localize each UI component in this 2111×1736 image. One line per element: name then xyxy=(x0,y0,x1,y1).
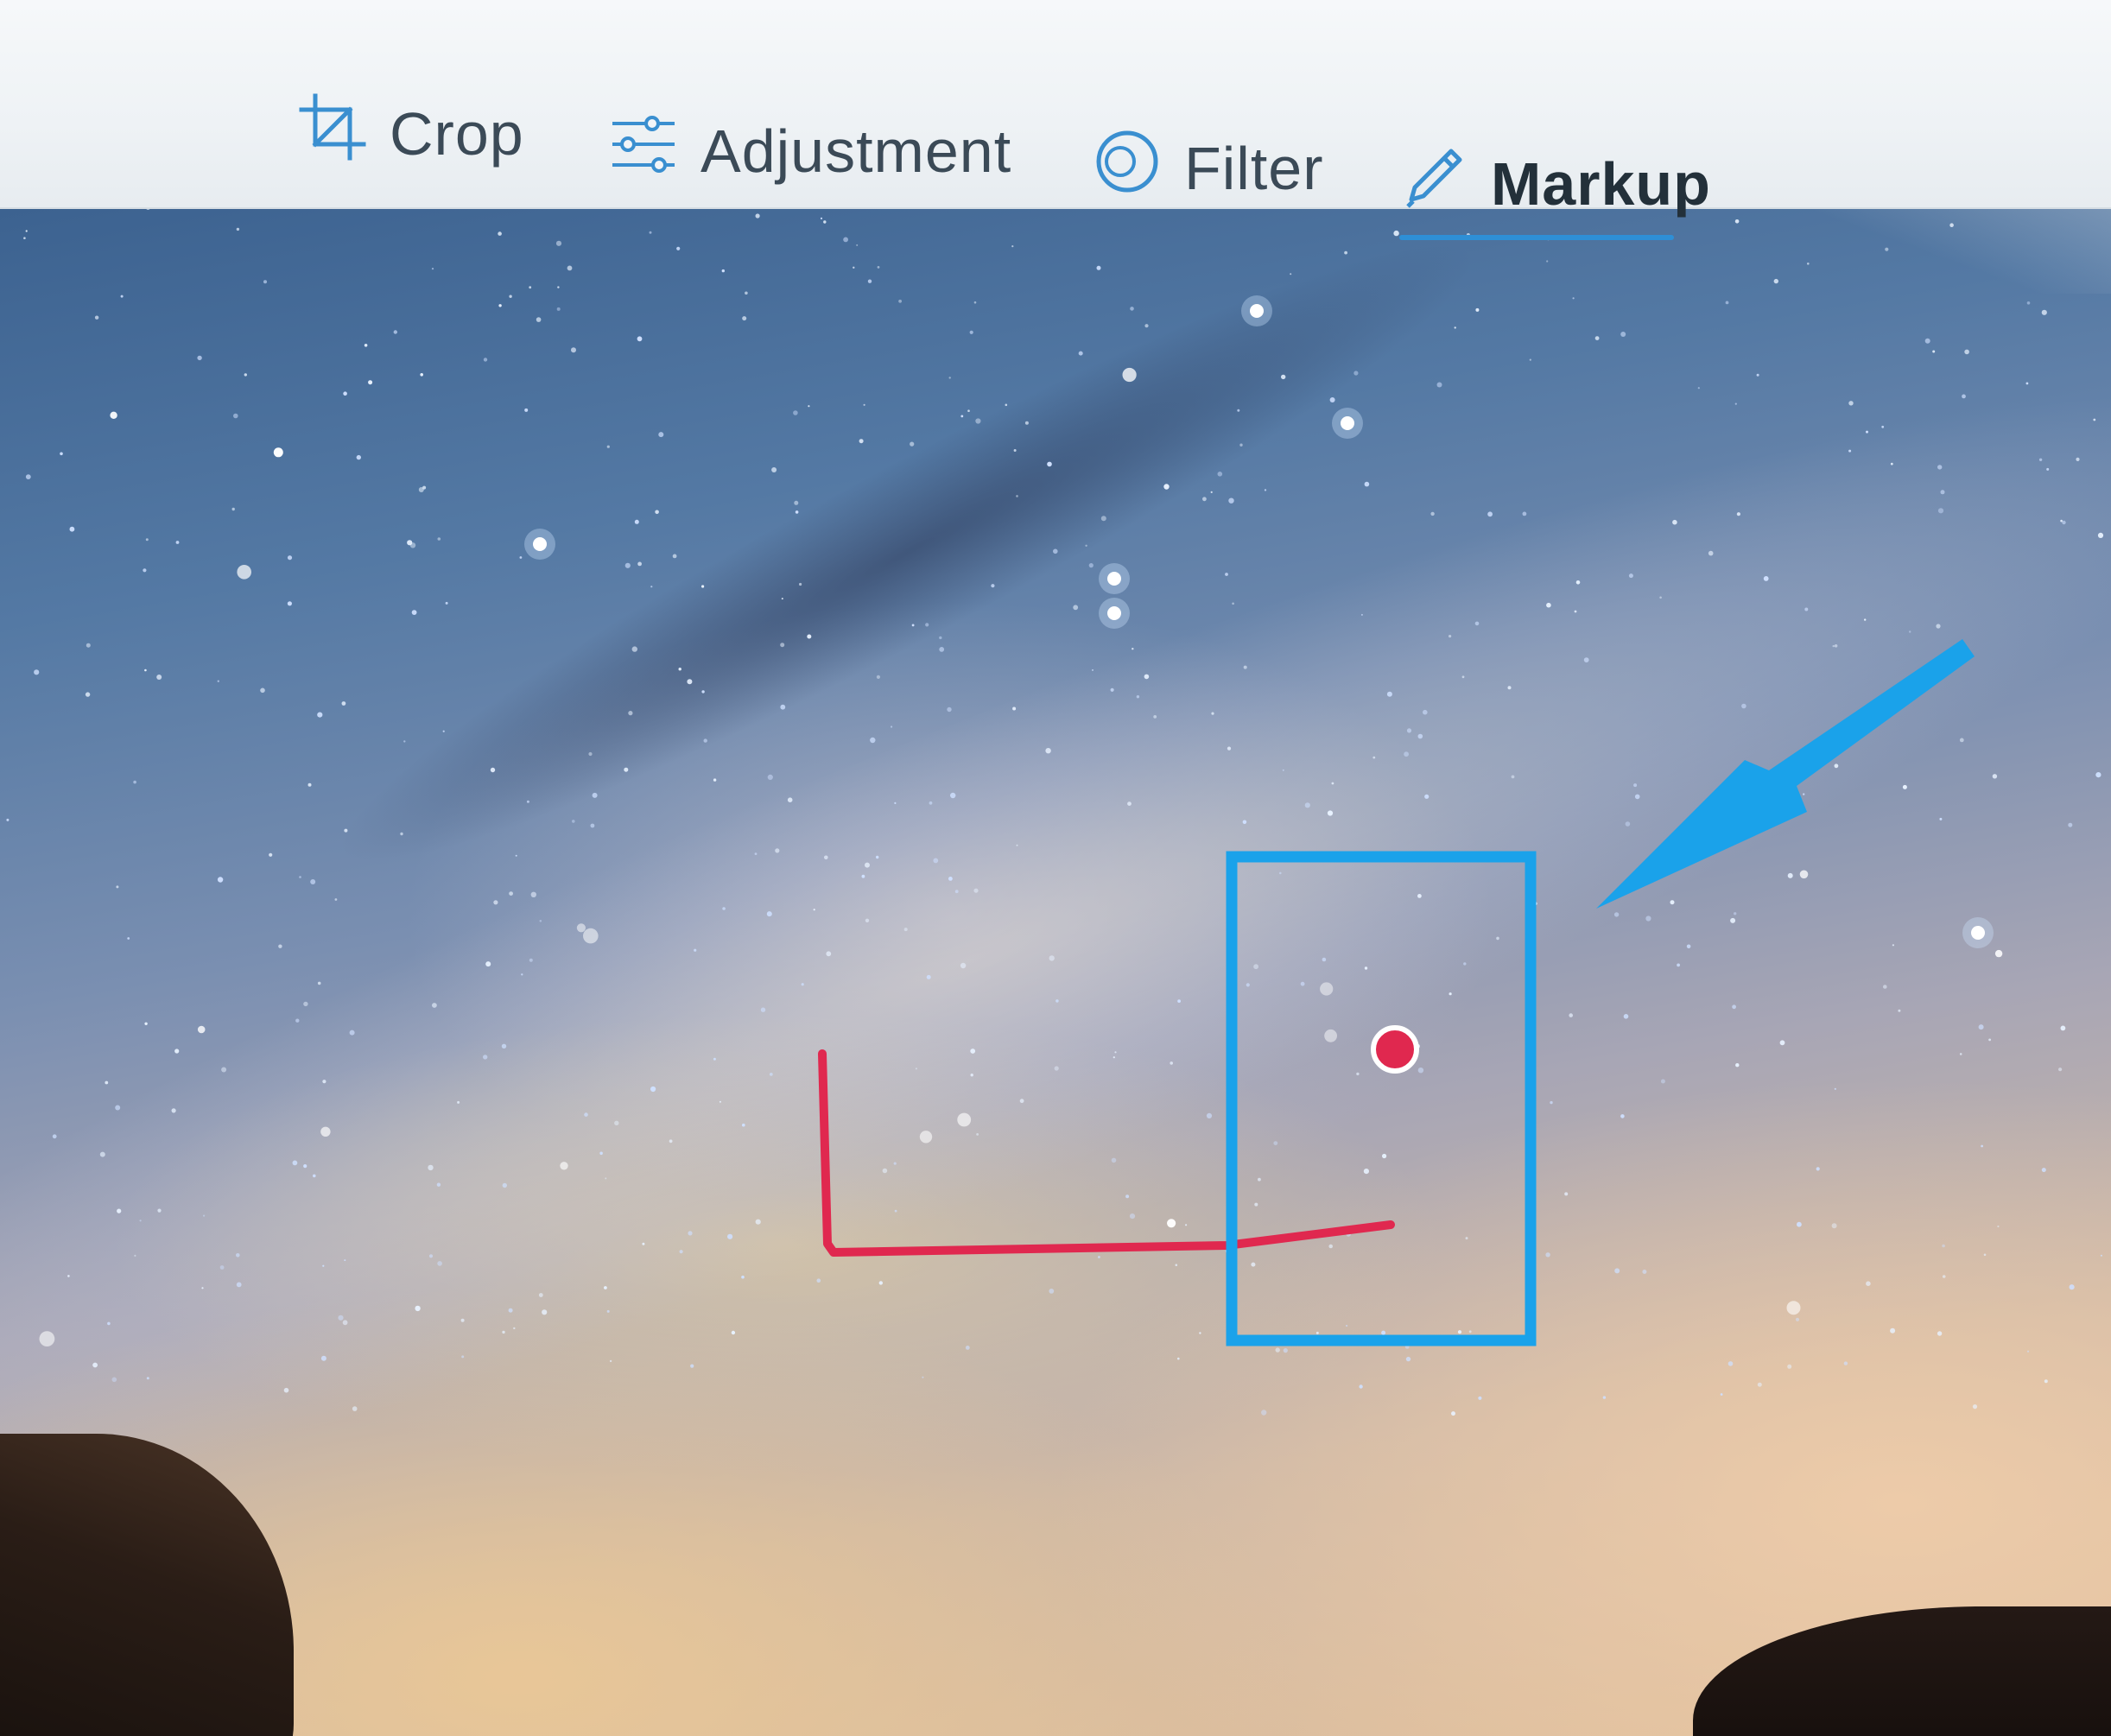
pen-icon xyxy=(1399,143,1468,225)
tab-markup-label: Markup xyxy=(1491,150,1711,218)
red-dot[interactable] xyxy=(1371,1025,1419,1074)
tab-filter-label: Filter xyxy=(1184,135,1324,202)
tab-crop-label: Crop xyxy=(390,100,524,168)
tab-adjustment[interactable]: Adjustment xyxy=(609,104,1011,199)
tab-filter[interactable]: Filter xyxy=(1093,121,1324,216)
active-tab-indicator xyxy=(1399,235,1674,240)
blue-arrow[interactable] xyxy=(1596,639,1975,909)
tab-crop[interactable]: Crop xyxy=(298,86,524,181)
blue-rectangle[interactable] xyxy=(1226,851,1537,1346)
red-l-stroke[interactable] xyxy=(818,1049,1395,1257)
photo-canvas[interactable] xyxy=(0,207,2111,1736)
filter-icon xyxy=(1093,127,1162,210)
photo-editor-window: Crop Adjustment Filter Markup xyxy=(0,0,2111,1736)
tab-markup[interactable]: Markup xyxy=(1399,136,1711,231)
markup-layer[interactable] xyxy=(0,207,2111,1736)
editor-toolbar: Crop Adjustment Filter Markup xyxy=(0,0,2111,218)
crop-icon xyxy=(298,92,367,175)
sliders-icon xyxy=(609,110,678,193)
tab-adjustment-label: Adjustment xyxy=(700,117,1012,185)
